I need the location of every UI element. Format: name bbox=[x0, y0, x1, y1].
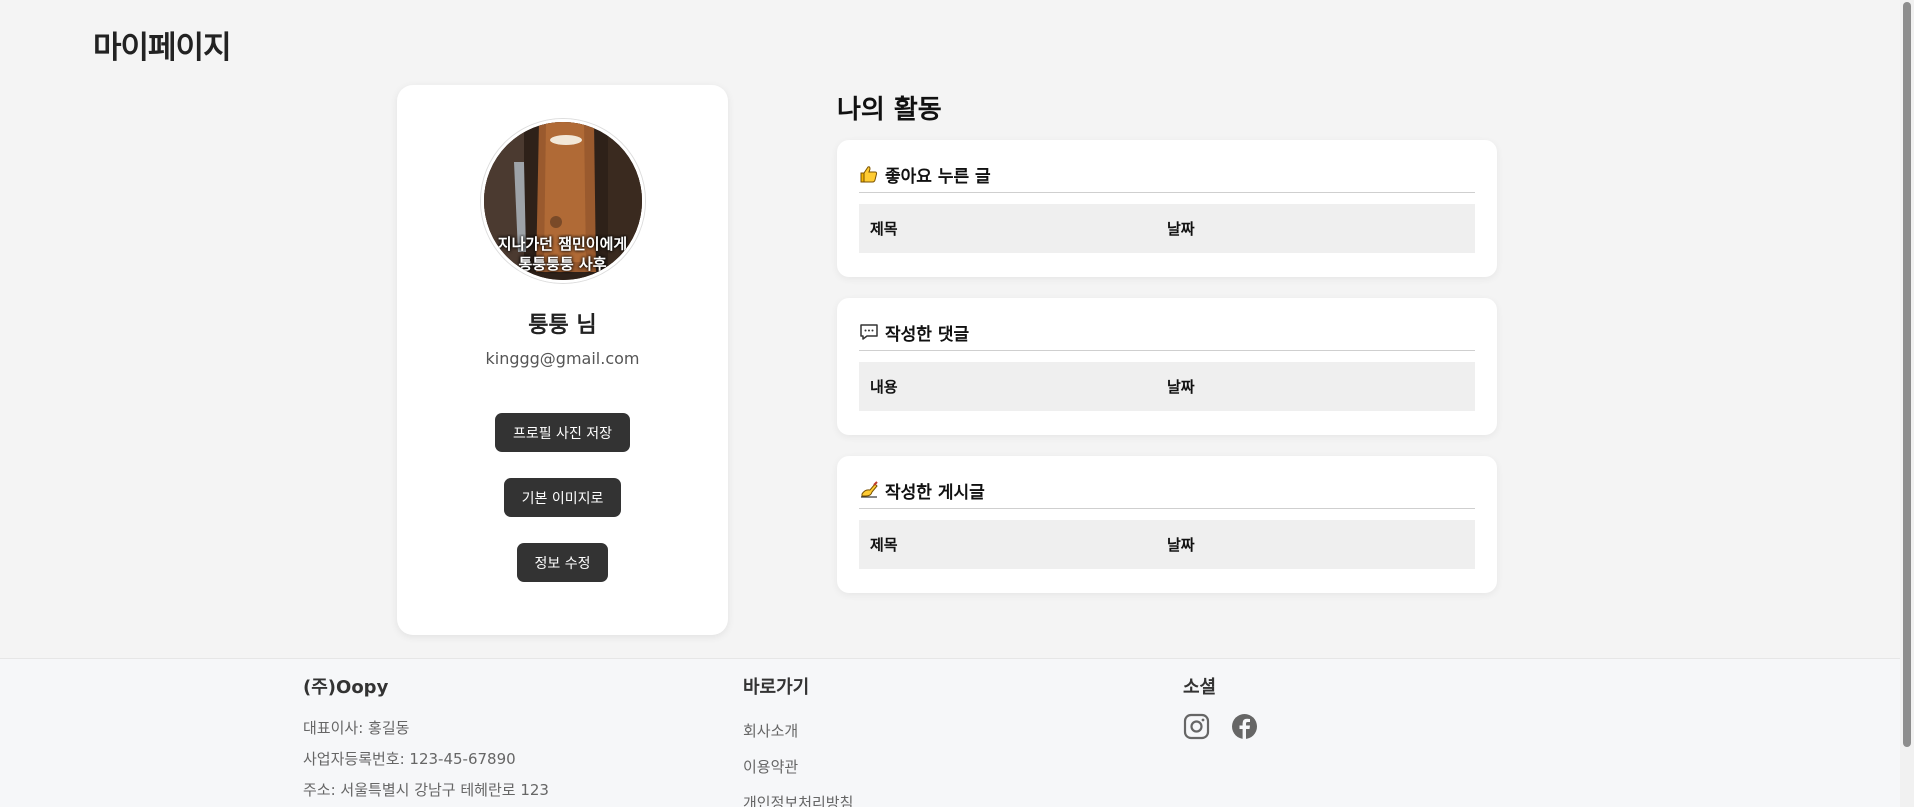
my-comments-card: 작성한 댓글 내용 날짜 bbox=[837, 298, 1497, 435]
footer-link-terms[interactable]: 이용약관 bbox=[743, 749, 853, 785]
instagram-icon[interactable] bbox=[1183, 713, 1210, 740]
my-comments-table-header: 내용 날짜 bbox=[859, 362, 1475, 411]
column-date: 날짜 bbox=[1167, 536, 1195, 554]
my-posts-header: 작성한 게시글 bbox=[859, 478, 1475, 509]
my-posts-table-header: 제목 날짜 bbox=[859, 520, 1475, 569]
column-date: 날짜 bbox=[1167, 378, 1195, 396]
page-title: 마이페이지 bbox=[93, 30, 232, 66]
save-profile-photo-button[interactable]: 프로필 사진 저장 bbox=[494, 413, 631, 452]
user-name: 퉁퉁 님 bbox=[528, 313, 597, 338]
company-business-number: 사업자등록번호: 123-45-67890 bbox=[303, 750, 516, 768]
speech-bubble-icon bbox=[859, 322, 879, 342]
company-name: (주)Oopy bbox=[303, 677, 389, 698]
avatar: 지나가던 잼민이에게 통퉁퉁퉁 사후 bbox=[480, 119, 645, 283]
my-comments-heading: 작성한 댓글 bbox=[885, 324, 970, 345]
avatar-caption-line1: 지나가던 잼민이에게 bbox=[497, 235, 628, 253]
column-title: 제목 bbox=[870, 536, 898, 554]
liked-posts-heading: 좋아요 누른 글 bbox=[885, 166, 991, 187]
user-email: kinggg@gmail.com bbox=[485, 349, 640, 368]
company-address: 주소: 서울특별시 강남구 테헤란로 123 bbox=[303, 781, 549, 799]
column-content: 내용 bbox=[870, 378, 898, 396]
company-ceo: 대표이사: 홍길동 bbox=[303, 719, 410, 737]
edit-info-button[interactable]: 정보 수정 bbox=[516, 543, 609, 582]
my-comments-header: 작성한 댓글 bbox=[859, 320, 1475, 351]
footer: (주)Oopy 대표이사: 홍길동 사업자등록번호: 123-45-67890 … bbox=[0, 658, 1900, 807]
default-image-button[interactable]: 기본 이미지로 bbox=[503, 478, 622, 517]
footer-links-heading: 바로가기 bbox=[743, 677, 810, 698]
footer-link-about[interactable]: 회사소개 bbox=[743, 713, 853, 749]
avatar-caption-line2: 통퉁퉁퉁 사후 bbox=[518, 255, 607, 273]
footer-company: (주)Oopy 대표이사: 홍길동 사업자등록번호: 123-45-67890 … bbox=[303, 673, 549, 806]
liked-posts-header: 좋아요 누른 글 bbox=[859, 162, 1475, 193]
writing-hand-icon bbox=[859, 480, 879, 500]
my-posts-heading: 작성한 게시글 bbox=[885, 482, 985, 503]
footer-social: 소셜 bbox=[1183, 673, 1258, 740]
social-icons bbox=[1183, 713, 1258, 740]
activity-title: 나의 활동 bbox=[837, 95, 942, 125]
my-posts-card: 작성한 게시글 제목 날짜 bbox=[837, 456, 1497, 593]
scrollbar-track[interactable] bbox=[1900, 0, 1914, 807]
liked-posts-table-header: 제목 날짜 bbox=[859, 204, 1475, 253]
profile-card: 지나가던 잼민이에게 통퉁퉁퉁 사후 퉁퉁 님 kinggg@gmail.com… bbox=[397, 85, 728, 635]
column-title: 제목 bbox=[870, 220, 898, 238]
thumbs-up-icon bbox=[859, 164, 879, 184]
footer-social-heading: 소셜 bbox=[1183, 677, 1217, 698]
liked-posts-card: 좋아요 누른 글 제목 날짜 bbox=[837, 140, 1497, 277]
facebook-icon[interactable] bbox=[1231, 713, 1258, 740]
column-date: 날짜 bbox=[1167, 220, 1195, 238]
footer-links: 바로가기 회사소개 이용약관 개인정보처리방침 bbox=[743, 673, 853, 807]
footer-link-privacy[interactable]: 개인정보처리방침 bbox=[743, 785, 853, 807]
scrollbar-thumb[interactable] bbox=[1903, 2, 1911, 747]
